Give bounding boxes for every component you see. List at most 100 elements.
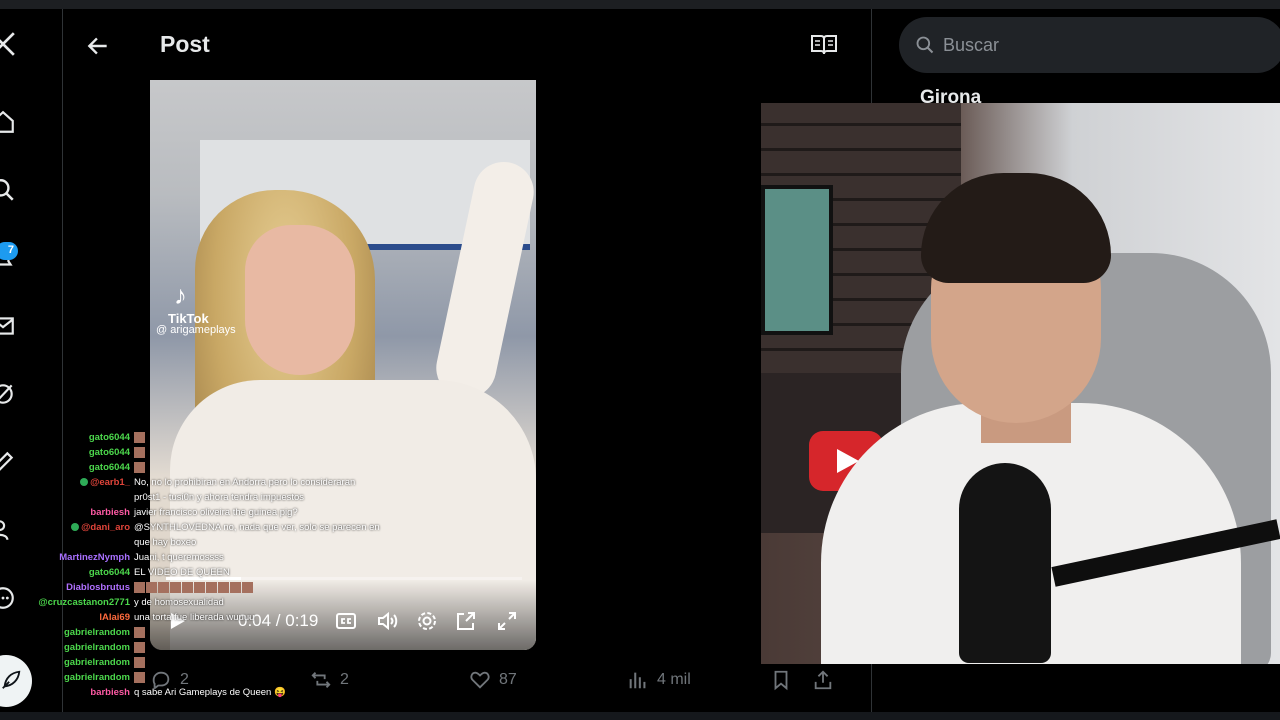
like-count: 87 — [499, 671, 517, 688]
search-box[interactable] — [899, 17, 1280, 73]
chat-emote-icon — [146, 581, 157, 593]
page-title: Post — [160, 31, 210, 57]
chat-message: barbiesh q sabe Ari Gameplays de Queen 😝 — [32, 685, 372, 700]
chat-message: gabrielrandom — [32, 670, 372, 685]
chat-emote-icon — [218, 581, 229, 593]
browser-top-strip — [0, 0, 1280, 9]
chat-message: barbiesh javier francisco oliveira the gu… — [32, 505, 372, 520]
chat-username[interactable]: MartinezNymph — [32, 550, 130, 565]
chat-username[interactable]: gato6044 — [32, 430, 130, 445]
explore-search-icon[interactable] — [0, 177, 16, 203]
volume-icon[interactable] — [376, 609, 400, 633]
x-logo-icon[interactable] — [0, 31, 16, 57]
lists-icon[interactable] — [0, 449, 16, 475]
chat-message: gabrielrandom — [32, 625, 372, 640]
webcam-monitor — [761, 185, 833, 335]
search-icon — [916, 36, 934, 54]
tiktok-handle: @ arigameplays — [156, 324, 236, 336]
chat-username[interactable]: lAlai69 — [32, 610, 130, 625]
like-button[interactable]: 87 — [469, 667, 517, 693]
chat-message: lAlai69 una torta fue liberada wuuuu — [32, 610, 372, 625]
back-arrow-icon[interactable] — [85, 33, 111, 59]
chat-username[interactable]: gabrielrandom — [32, 655, 130, 670]
chat-message-text: y de homosexualidad — [134, 597, 224, 608]
chat-message: @dani_aro @SYNTHLOVEDNA no, nada que ver,… — [32, 520, 380, 535]
chat-username[interactable]: barbiesh — [32, 505, 130, 520]
home-icon[interactable] — [0, 109, 16, 135]
microphone — [959, 463, 1051, 663]
grok-icon[interactable] — [0, 381, 16, 407]
chat-username[interactable]: gabrielrandom — [32, 625, 130, 640]
post-header: Post — [63, 9, 871, 80]
heart-icon — [470, 671, 490, 689]
chat-emote-icon — [230, 581, 241, 593]
chat-message: @earb1_ No, no lo prohibiran en Andorra p… — [32, 475, 372, 490]
chat-username[interactable]: Diablosbrutus — [32, 580, 130, 595]
chat-message-text: q sabe Ari Gameplays de Queen 😝 — [134, 687, 286, 698]
chat-message: gabrielrandom — [32, 655, 372, 670]
compose-post-button[interactable] — [0, 655, 32, 707]
feather-icon — [2, 670, 21, 689]
chat-emote-icon — [134, 656, 145, 668]
taskbar-strip — [0, 712, 1280, 720]
stream-chat-overlay: gato6044 gato6044 gato6044 @earb1_ No, no lo… — [32, 430, 380, 720]
share-upload-icon — [814, 670, 832, 690]
chat-message: Diablosbrutus — [32, 580, 372, 595]
chat-emote-icon — [182, 581, 193, 593]
chat-username[interactable]: gato6044 — [32, 565, 130, 580]
chat-emote-icon — [134, 581, 145, 593]
chat-username[interactable]: gabrielrandom — [32, 670, 130, 685]
bookmark-icon — [774, 670, 788, 691]
chat-emote-icon — [134, 431, 145, 443]
mod-badge-icon — [80, 478, 89, 487]
views-count: 4 mil — [657, 671, 691, 688]
pop-out-icon[interactable] — [454, 609, 478, 633]
more-icon[interactable] — [0, 585, 16, 611]
chat-message-text: una torta fue liberada wuuuu — [134, 612, 255, 623]
chat-message-text: que hay boxeo — [134, 537, 197, 548]
notifications-count-badge: 7 — [0, 242, 18, 260]
mod-badge-icon — [71, 523, 80, 532]
chat-message-text: No, no lo prohibiran en Andorra pero lo … — [134, 477, 356, 488]
streamer-webcam-overlay — [761, 103, 1280, 664]
share-button[interactable] — [812, 667, 842, 693]
reader-mode-book-icon[interactable] — [810, 33, 838, 57]
messages-icon[interactable] — [0, 313, 16, 339]
tiktok-watermark: ♪ TikTok — [168, 280, 209, 326]
chat-emote-icon — [242, 581, 253, 593]
settings-gear-icon[interactable] — [415, 609, 439, 633]
chat-emote-icon — [194, 581, 205, 593]
chat-message: gato6044 — [32, 460, 372, 475]
chat-emote-icon — [134, 461, 145, 473]
chat-message: gato6044 — [32, 445, 372, 460]
search-input[interactable] — [943, 31, 1243, 59]
bookmark-button[interactable] — [770, 667, 800, 693]
chat-message: pr0st1 - tusi0n y ahora tendra impuestos — [32, 490, 372, 505]
chat-username[interactable]: @dani_aro — [32, 520, 130, 535]
tiktok-note-icon: ♪ — [174, 280, 187, 310]
views-button[interactable]: 4 mil — [627, 667, 691, 693]
chat-username[interactable]: @earb1_ — [32, 475, 130, 490]
chat-message-text: EL VIDEO DE QUEEN — [134, 567, 230, 578]
chat-message: gato6044 — [32, 430, 372, 445]
chat-username[interactable]: barbiesh — [32, 685, 130, 700]
chat-emote-icon — [134, 446, 145, 458]
chat-message-text: pr0st1 - tusi0n y ahora tendra impuestos — [134, 492, 305, 503]
video-figure-face — [245, 225, 355, 375]
communities-icon[interactable] — [0, 517, 16, 543]
fullscreen-icon[interactable] — [495, 609, 519, 633]
chat-emote-icon — [134, 671, 145, 683]
chat-username[interactable]: gabrielrandom — [32, 640, 130, 655]
chat-username[interactable]: @cruzcastanon2771 — [32, 595, 130, 610]
analytics-bars-icon — [629, 672, 646, 689]
chat-message: @cruzcastanon2771 y de homosexualidad — [32, 595, 372, 610]
chat-message: que hay boxeo — [32, 535, 372, 550]
chat-message: gabrielrandom — [32, 640, 372, 655]
chat-message-text: @SYNTHLOVEDNA no, nada que ver, solo se … — [134, 522, 380, 533]
chat-message: MartinezNymph Juani, t queremossss — [32, 550, 372, 565]
chat-message-text: Juani, t queremossss — [134, 552, 224, 563]
chat-emote-icon — [158, 581, 169, 593]
chat-username[interactable]: gato6044 — [32, 460, 130, 475]
chat-emote-icon — [206, 581, 217, 593]
chat-username[interactable]: gato6044 — [32, 445, 130, 460]
